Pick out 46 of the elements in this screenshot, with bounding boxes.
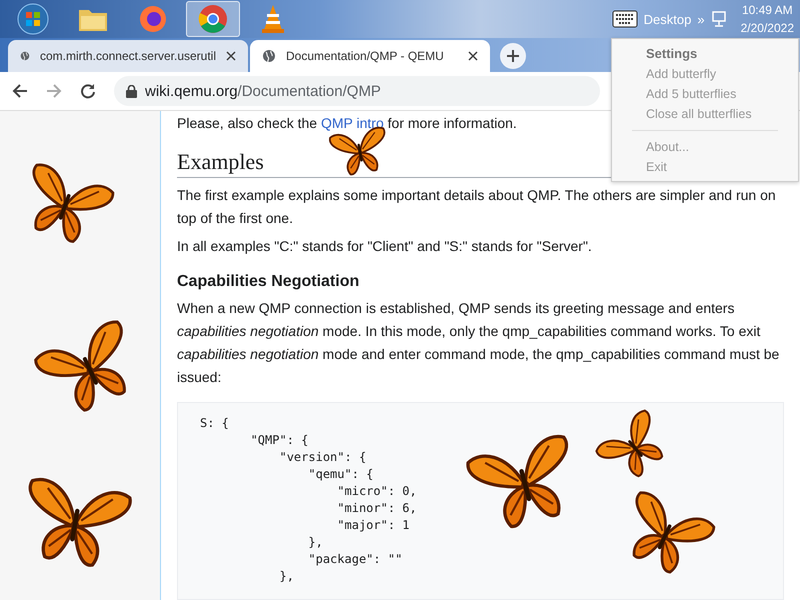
menu-item[interactable]: Add butterfly: [612, 64, 798, 84]
paragraph: In all examples "C:" stands for "Client" and "S:" stands for "Server".: [177, 237, 593, 256]
forward-arrow-icon[interactable]: [46, 83, 62, 99]
code-line: },: [278, 568, 295, 585]
lock-icon: [126, 84, 137, 98]
code-line: "version": {: [278, 449, 368, 466]
menu-item[interactable]: Close all butterflies: [612, 104, 798, 124]
globe-icon: [20, 49, 30, 63]
globe-icon: [262, 49, 276, 63]
address-bar[interactable]: wiki.qemu.org/Documentation/QMP: [114, 76, 600, 106]
overflow-chevron[interactable]: »: [697, 12, 705, 26]
plus-icon: [506, 49, 520, 63]
browser-tab[interactable]: com.mirth.connect.server.userutil: [8, 40, 248, 72]
code-line: "micro": 0,: [336, 483, 418, 500]
start-orb-icon: [17, 3, 49, 35]
code-line: "major": 1: [336, 517, 411, 534]
menu-item[interactable]: Add 5 butterflies: [612, 84, 798, 104]
code-line: "qemu": {: [307, 466, 374, 483]
intro-link[interactable]: QMP intro: [320, 115, 384, 131]
clock-time: 10:49 AM: [742, 2, 793, 19]
code-line: },: [307, 534, 324, 551]
url-text: wiki.qemu.org/Documentation/QMP: [145, 82, 381, 100]
clock-date: 2/20/2022: [740, 20, 794, 37]
chrome-logo-icon: [198, 4, 228, 34]
code-line: "minor": 6,: [336, 500, 418, 517]
close-icon[interactable]: [226, 51, 236, 61]
clock[interactable]: 10:49 AM 2/20/2022: [740, 1, 794, 37]
toolbar-label[interactable]: Desktop: [644, 12, 692, 26]
tab-title: Documentation/QMP - QEMU: [286, 49, 445, 63]
tab-title: com.mirth.connect.server.userutil: [40, 49, 216, 63]
taskbar-app-button[interactable]: [186, 1, 240, 37]
code-line: S: {: [200, 415, 230, 432]
new-tab-button[interactable]: [500, 43, 526, 69]
back-arrow-icon[interactable]: [12, 83, 28, 99]
paragraph: When a new QMP connection is established, QMP sends its greeting message and enters capabilities negotiation mode. In this mode, only the qmp_capabilities command works. To exit capabilities negotiation mode and enter command mode, the qmp_capabilities command must be issued:: [177, 299, 780, 387]
code-line: "QMP": {: [250, 432, 310, 449]
menu-header: Settings: [645, 45, 698, 63]
close-icon[interactable]: [468, 51, 478, 61]
keyboard-icon[interactable]: [612, 10, 638, 28]
code-line: "package": "": [307, 551, 404, 568]
traffic-cone-icon: [260, 4, 286, 34]
subsection-heading: Capabilities Negotiation: [177, 273, 360, 291]
reload-icon[interactable]: [80, 83, 96, 99]
network-icon[interactable]: [710, 10, 729, 28]
browser-tab[interactable]: Documentation/QMP - QEMU: [250, 40, 490, 72]
paragraph: The first example explains some important details about QMP. The others are simpler and run on top of the first one.: [177, 186, 777, 228]
